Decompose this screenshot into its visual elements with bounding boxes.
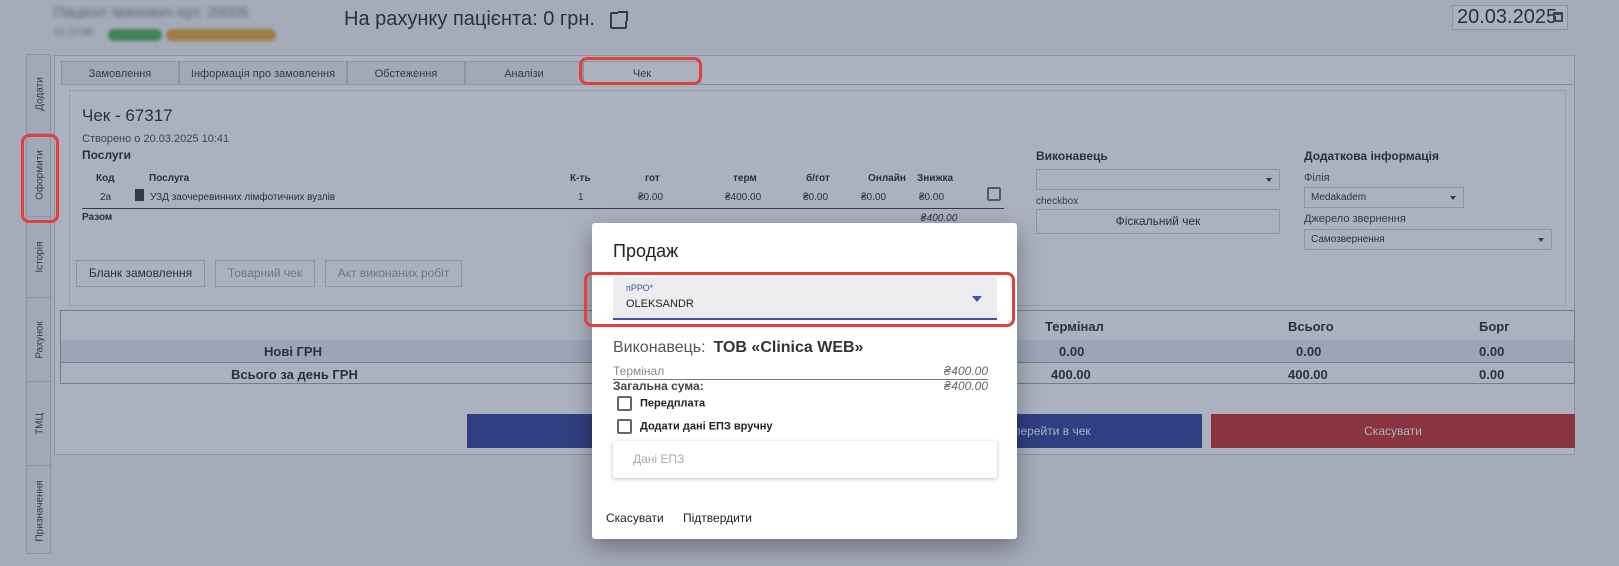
manual-epz-label: Додати дані ЕПЗ вручну (640, 420, 773, 433)
executor-label: Виконавець: (613, 339, 706, 356)
total-row: Загальна сума: ₴400.00 (613, 379, 988, 393)
highlight-check-tab (579, 57, 702, 85)
dialog-executor: Виконавець: ТОВ «Clinica WEB» (613, 339, 863, 357)
dialog-title: Продаж (613, 241, 679, 261)
prepay-checkbox[interactable] (617, 396, 632, 411)
executor-value: ТОВ «Clinica WEB» (713, 339, 864, 356)
terminal-row: Термінал ₴400.00 (613, 364, 988, 380)
terminal-value: ₴400.00 (943, 364, 988, 378)
sale-dialog: Продаж пРРО* OLEKSANDR Виконавець: ТОВ «C… (592, 223, 1017, 539)
prepay-option[interactable]: Передплата (617, 396, 705, 411)
total-sum-value: ₴400.00 (943, 379, 988, 393)
manual-epz-option[interactable]: Додати дані ЕПЗ вручну (617, 419, 773, 434)
dialog-confirm-button[interactable]: Підтвердити (683, 511, 752, 525)
epz-input[interactable]: Дані ЕПЗ (613, 441, 997, 478)
terminal-label: Термінал (613, 364, 665, 378)
highlight-checkout-tab (21, 134, 59, 223)
manual-epz-checkbox[interactable] (617, 419, 632, 434)
total-sum-label: Загальна сума: (613, 379, 704, 393)
prepay-label: Передплата (640, 397, 706, 410)
highlight-prro-field (584, 272, 1015, 327)
dialog-cancel-button[interactable]: Скасувати (606, 511, 664, 525)
